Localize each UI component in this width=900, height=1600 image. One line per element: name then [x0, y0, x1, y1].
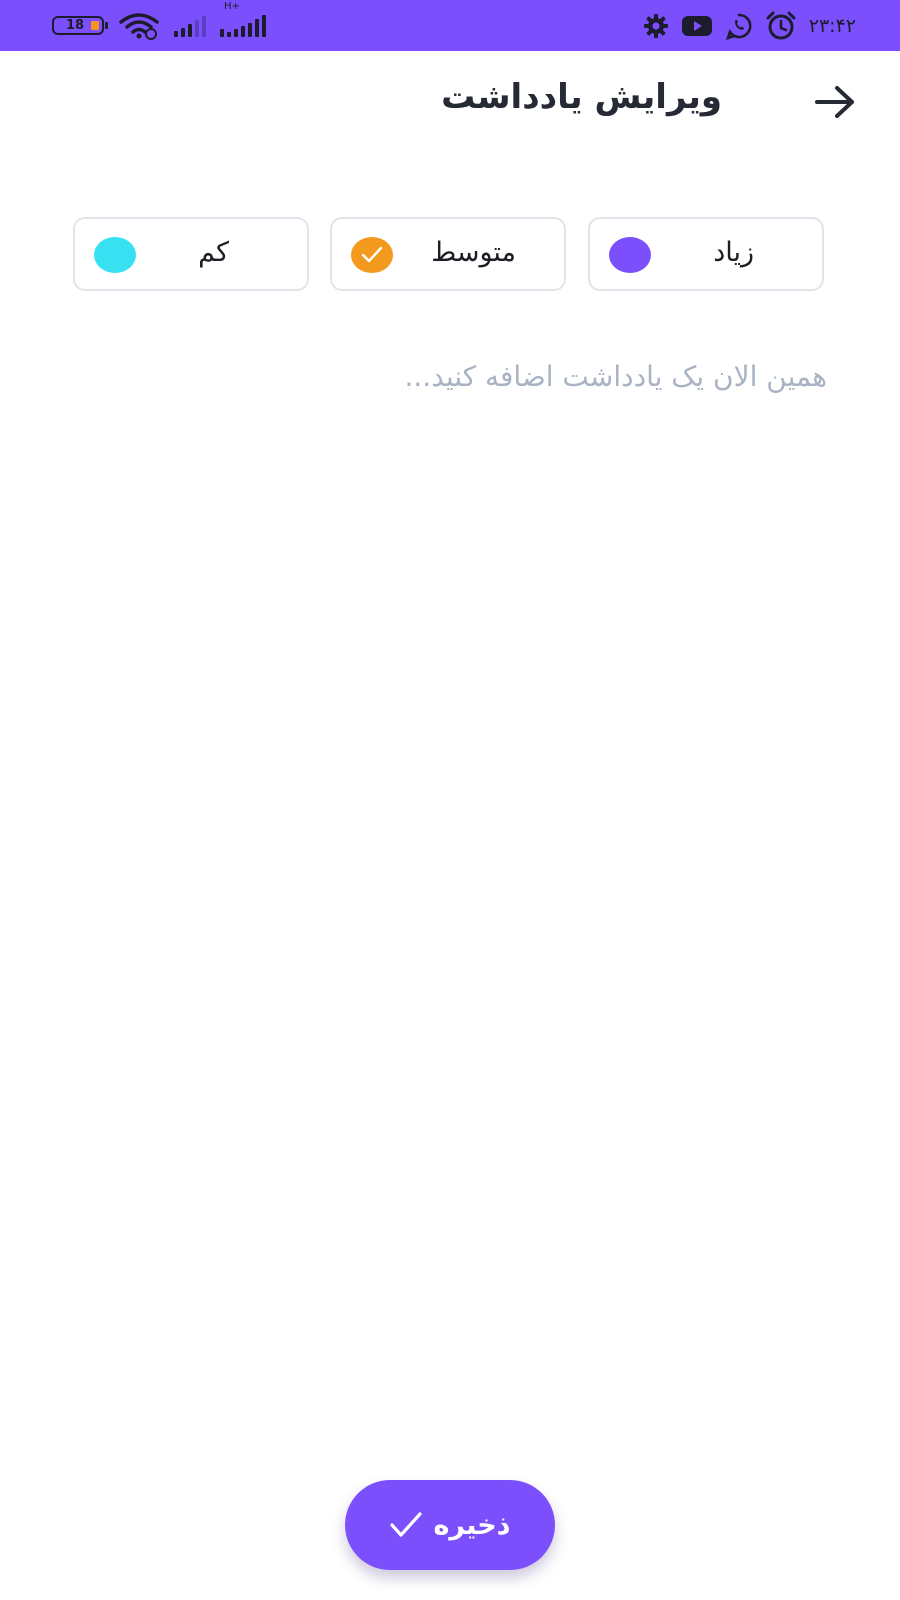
status-bar-left: 18 H+	[52, 0, 266, 51]
whatsapp-icon	[725, 12, 753, 40]
check-icon	[361, 246, 383, 263]
status-bar: 18 H+ ۲۳:۴۲	[0, 0, 900, 51]
priority-option-high[interactable]: زیاد	[588, 217, 824, 291]
back-button[interactable]	[814, 85, 856, 119]
priority-high-dot	[609, 237, 651, 273]
check-icon	[390, 1512, 423, 1537]
page-title: ویرایش یادداشت	[441, 77, 722, 117]
signal-icon	[174, 15, 206, 37]
priority-low-dot	[94, 237, 136, 273]
save-button[interactable]: ذخیره	[345, 1480, 555, 1570]
priority-low-label: کم	[198, 237, 229, 268]
save-button-label: ذخیره	[433, 1509, 511, 1541]
network-type-label: H+	[224, 0, 240, 12]
note-input[interactable]	[73, 360, 827, 1420]
signal-hplus-icon: H+	[220, 1, 266, 37]
priority-option-low[interactable]: کم	[73, 217, 309, 291]
priority-option-medium[interactable]: متوسط	[330, 217, 566, 291]
priority-medium-dot	[351, 237, 393, 273]
settings-icon	[643, 13, 669, 39]
wifi-icon	[118, 12, 160, 40]
alarm-icon	[765, 11, 797, 41]
battery-level: 18	[65, 18, 85, 33]
app-bar: ویرایش یادداشت	[0, 51, 900, 151]
youtube-icon	[681, 14, 713, 38]
priority-medium-label: متوسط	[431, 237, 516, 268]
arrow-right-icon	[815, 86, 854, 118]
battery-icon: 18	[52, 16, 108, 35]
priority-high-label: زیاد	[713, 237, 754, 268]
status-bar-right: ۲۳:۴۲	[643, 0, 856, 51]
status-time: ۲۳:۴۲	[808, 14, 856, 37]
priority-selector: زیاد متوسط کم	[73, 217, 827, 293]
